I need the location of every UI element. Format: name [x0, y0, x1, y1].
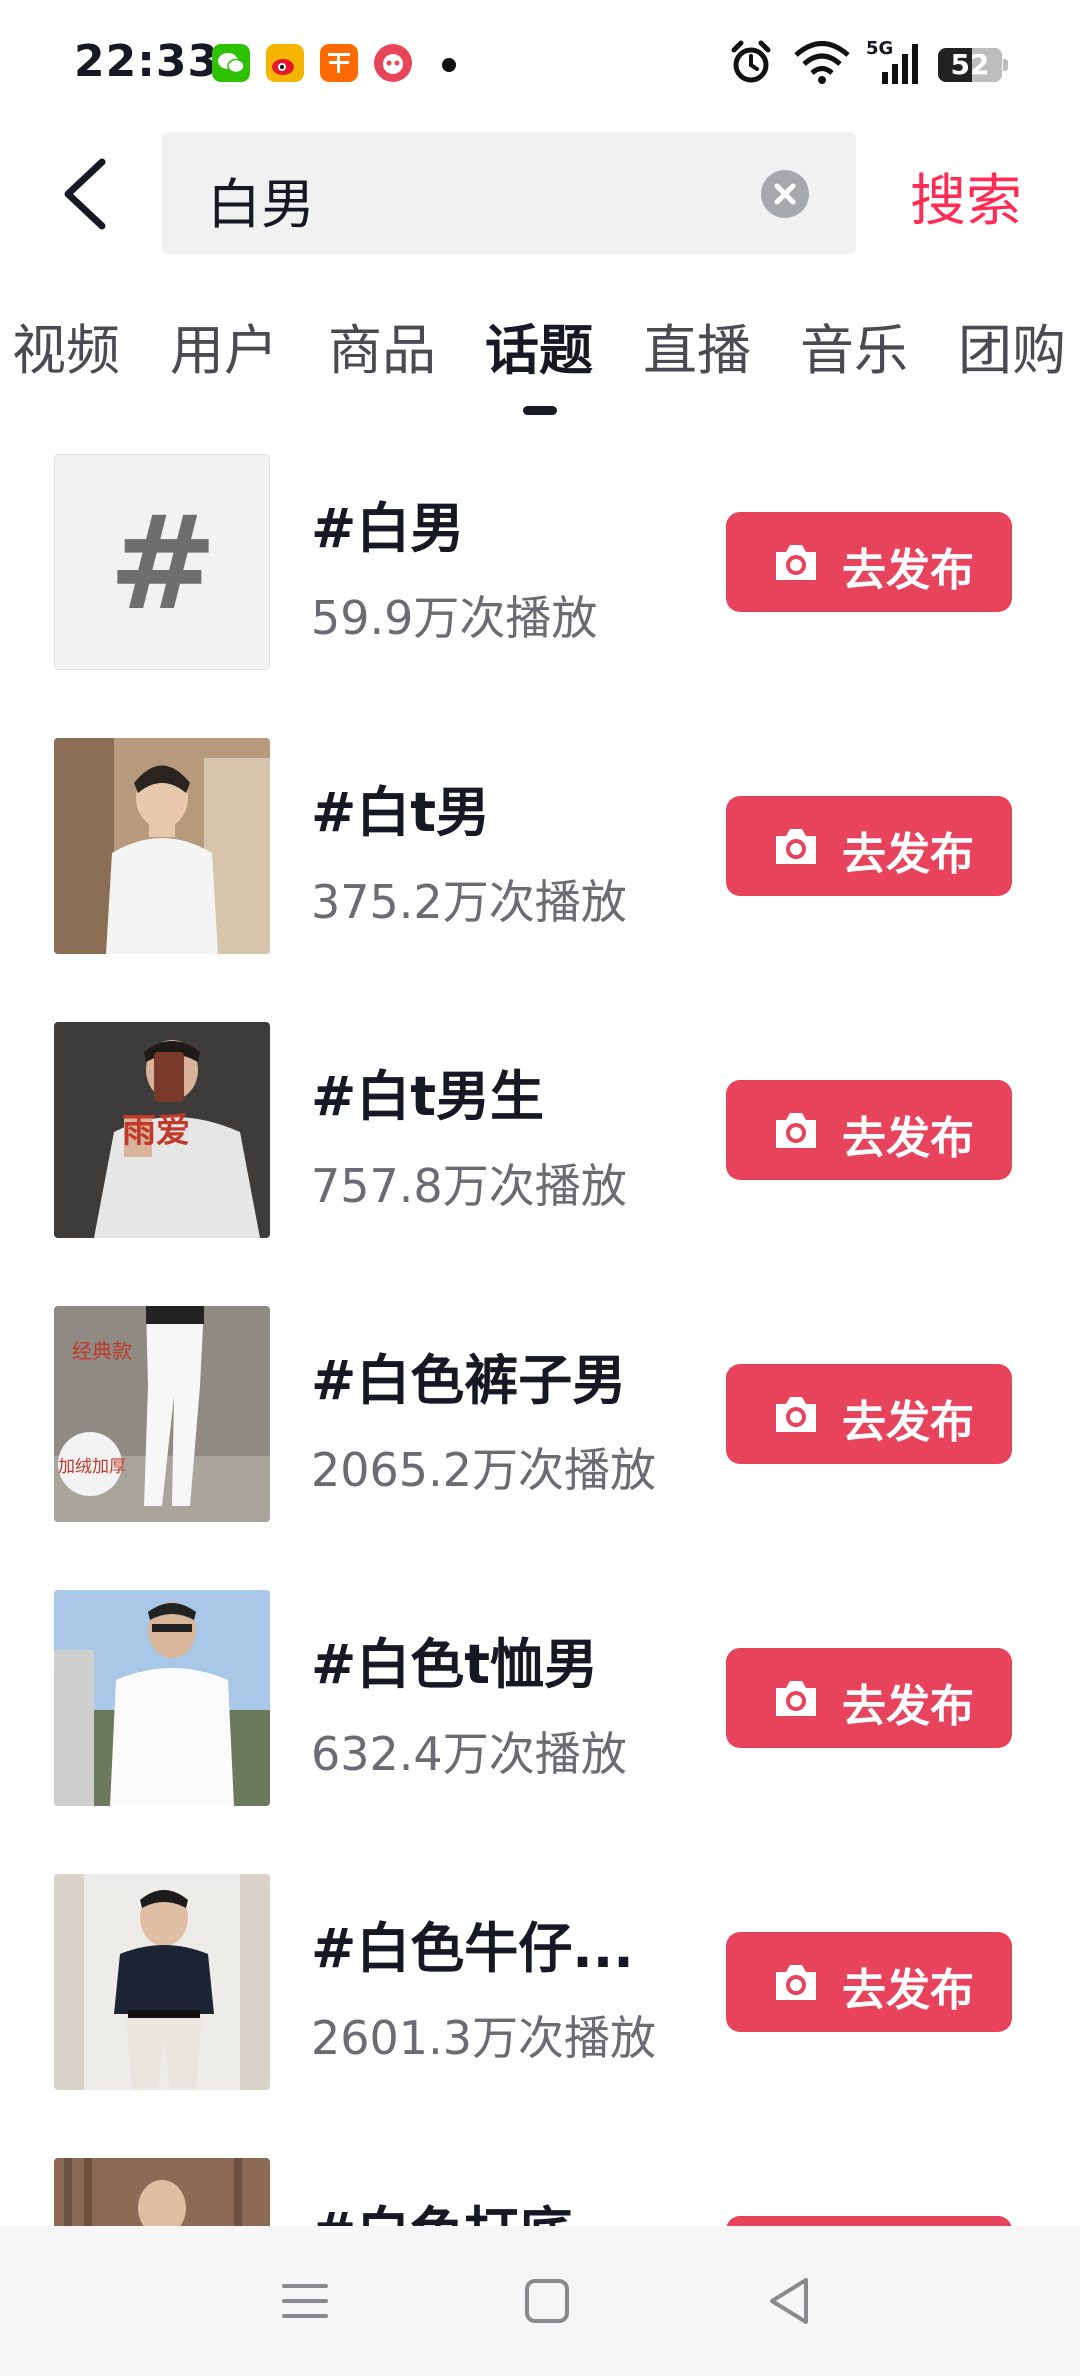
topic-name: #白t男 — [311, 781, 491, 844]
app-notification-icon — [374, 44, 412, 82]
topic-name: #白色t恤男 — [311, 1633, 599, 1696]
topic-play-count: 632.4万次播放 — [311, 1727, 627, 1781]
tab-videos[interactable]: 视频 — [12, 306, 120, 385]
camera-icon — [776, 1397, 816, 1432]
topic-thumbnail — [54, 738, 270, 954]
clear-search-button[interactable] — [761, 170, 809, 218]
publish-label: 去发布 — [842, 1965, 974, 2016]
camera-icon — [776, 829, 816, 864]
topic-name: #白色牛仔... — [311, 1917, 634, 1980]
signal-icon — [882, 44, 918, 84]
status-time: 22:33 — [74, 36, 220, 87]
more-notifications-dot — [442, 58, 456, 72]
tab-live[interactable]: 直播 — [643, 306, 751, 385]
topic-row[interactable]: #白色t恤男 632.4万次播放 去发布 — [0, 1590, 1080, 1810]
publish-button[interactable]: 去发布 — [726, 1364, 1012, 1464]
topic-name: #白色裤子男 — [311, 1349, 627, 1412]
camera-icon — [776, 545, 816, 580]
publish-button[interactable]: 去发布 — [726, 1648, 1012, 1748]
topic-row[interactable]: #白t男 375.2万次播放 去发布 — [0, 738, 1080, 958]
thumbnail-badge-text: 加绒加厚 — [58, 1457, 126, 1476]
search-query-text[interactable]: 白男 — [207, 160, 315, 239]
hashtag-icon: # — [108, 487, 218, 639]
topic-row[interactable]: #白色牛仔... 2601.3万次播放 去发布 — [0, 1874, 1080, 2094]
topic-thumbnail: 雨爱 — [54, 1022, 270, 1238]
publish-label: 去发布 — [842, 1681, 974, 1732]
publish-label: 去发布 — [842, 1113, 974, 1164]
taobao-icon — [320, 44, 358, 82]
tab-users[interactable]: 用户 — [170, 306, 278, 385]
topic-play-count: 757.8万次播放 — [311, 1159, 627, 1213]
topic-thumbnail: # — [54, 454, 270, 670]
publish-label: 去发布 — [842, 1397, 974, 1448]
topic-row[interactable]: 雨爱 #白t男生 757.8万次播放 去发布 — [0, 1022, 1080, 1242]
battery-indicator: 52 — [938, 48, 1008, 82]
back-nav-icon[interactable] — [754, 2266, 824, 2336]
topic-thumbnail — [54, 1590, 270, 1806]
topic-name: #白t男生 — [311, 1065, 545, 1128]
publish-button[interactable]: 去发布 — [726, 512, 1012, 612]
thumbnail-overlay-text: 雨爱 — [122, 1112, 190, 1150]
home-icon[interactable] — [512, 2266, 582, 2336]
close-icon — [774, 183, 796, 205]
topic-row[interactable]: # #白男 59.9万次播放 去发布 — [0, 454, 1080, 674]
search-category-tabs: 视频 用户 商品 话题 直播 音乐 团购 — [0, 306, 1080, 416]
publish-button[interactable]: 去发布 — [726, 1932, 1012, 2032]
tab-group-buy[interactable]: 团购 — [958, 306, 1066, 385]
system-navigation-bar — [0, 2226, 1080, 2376]
battery-level: 52 — [950, 48, 990, 81]
topic-row[interactable]: 经典款 加绒加厚 #白色裤子男 2065.2万次播放 去发布 — [0, 1306, 1080, 1526]
topic-play-count: 375.2万次播放 — [311, 875, 627, 929]
back-button[interactable] — [56, 156, 116, 232]
topic-play-count: 2065.2万次播放 — [311, 1443, 656, 1497]
weibo-icon — [266, 44, 304, 82]
tab-products[interactable]: 商品 — [328, 306, 436, 385]
thumbnail-overlay-text: 经典款 — [72, 1340, 132, 1363]
alarm-icon — [731, 40, 771, 83]
tab-music[interactable]: 音乐 — [800, 306, 908, 385]
topic-thumbnail: 经典款 加绒加厚 — [54, 1306, 270, 1522]
status-bar: 22:33 5G 52 — [0, 0, 1080, 128]
search-button[interactable]: 搜索 — [910, 156, 1022, 237]
publish-button[interactable]: 去发布 — [726, 796, 1012, 896]
menu-icon[interactable] — [270, 2266, 340, 2336]
publish-label: 去发布 — [842, 545, 974, 596]
topic-play-count: 59.9万次播放 — [311, 591, 598, 645]
search-input[interactable]: 白男 — [162, 132, 856, 254]
publish-button[interactable]: 去发布 — [726, 1080, 1012, 1180]
wifi-icon — [794, 41, 850, 84]
camera-icon — [776, 1113, 816, 1148]
active-tab-indicator — [523, 406, 557, 415]
tab-topics[interactable]: 话题 — [485, 306, 593, 385]
publish-label: 去发布 — [842, 829, 974, 880]
camera-icon — [776, 1965, 816, 2000]
topic-name: #白男 — [311, 497, 465, 560]
topic-thumbnail — [54, 1874, 270, 2090]
wechat-icon — [212, 44, 250, 82]
camera-icon — [776, 1681, 816, 1716]
topic-play-count: 2601.3万次播放 — [311, 2011, 656, 2065]
